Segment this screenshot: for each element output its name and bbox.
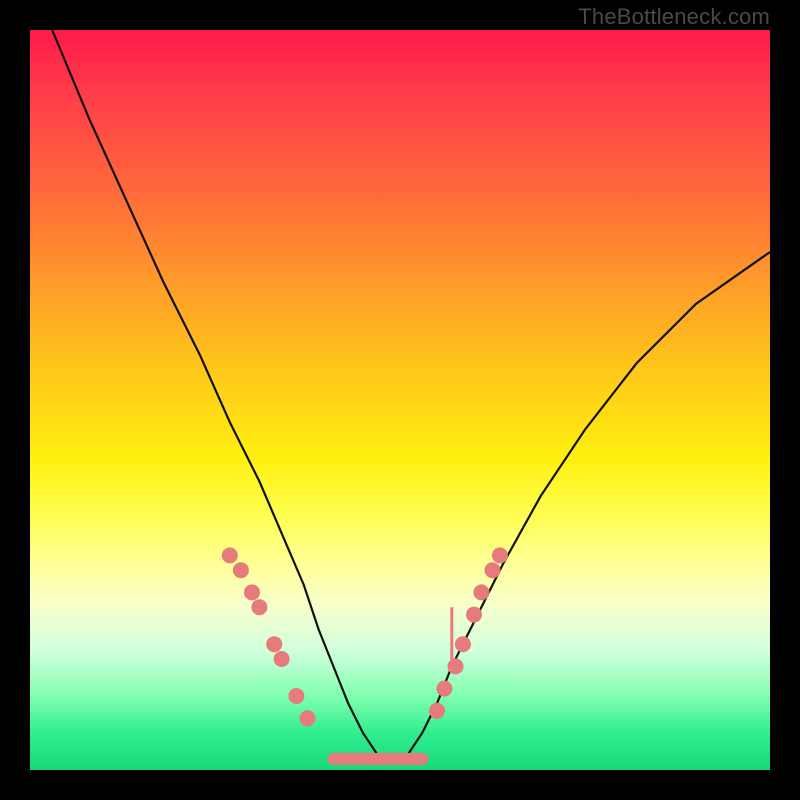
bottleneck-curve: [52, 30, 770, 755]
chart-svg: [30, 30, 770, 770]
scatter-dot: [448, 658, 464, 674]
scatter-dot: [288, 688, 304, 704]
scatter-dot: [455, 636, 471, 652]
chart-frame: TheBottleneck.com: [0, 0, 800, 800]
attribution-text: TheBottleneck.com: [578, 4, 770, 30]
scatter-dot: [222, 547, 238, 563]
scatter-dot: [485, 562, 501, 578]
scatter-dot: [429, 703, 445, 719]
scatter-dot: [473, 584, 489, 600]
scatter-dot: [251, 599, 267, 615]
plot-area: [30, 30, 770, 770]
scatter-dot: [233, 562, 249, 578]
scatter-dot: [300, 710, 316, 726]
scatter-dot: [466, 607, 482, 623]
scatter-dot: [274, 651, 290, 667]
scatter-dot: [436, 681, 452, 697]
scatter-left: [222, 547, 316, 726]
scatter-dot: [492, 547, 508, 563]
scatter-dot: [244, 584, 260, 600]
scatter-dot: [266, 636, 282, 652]
